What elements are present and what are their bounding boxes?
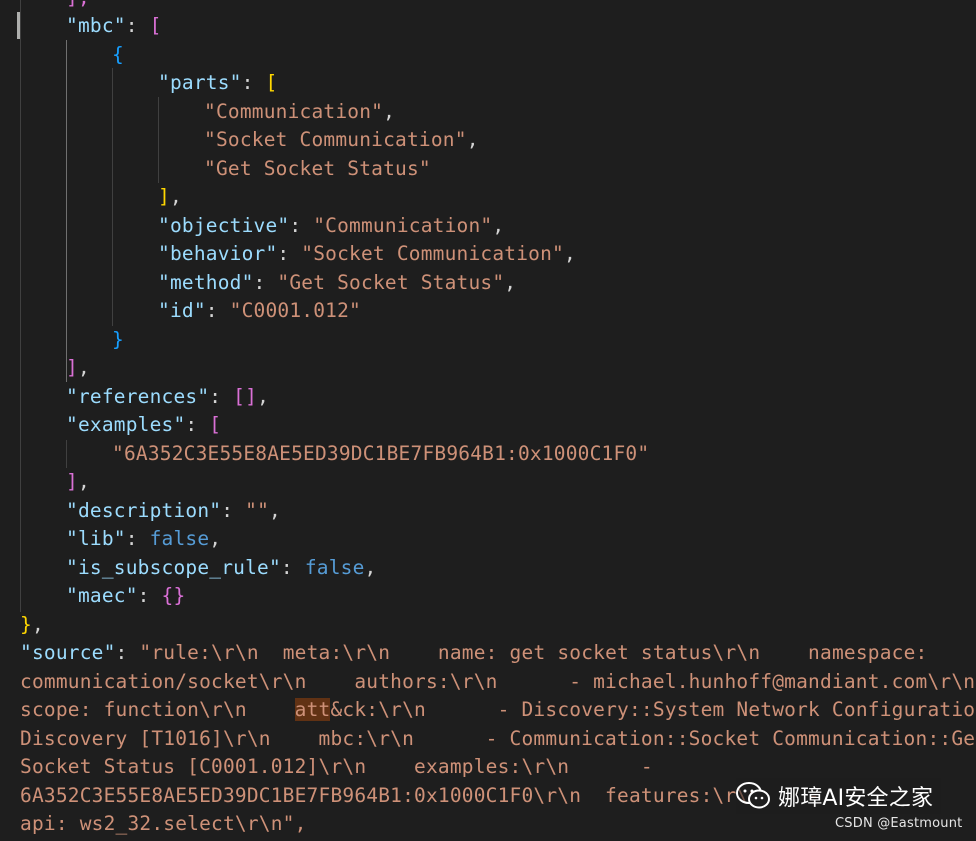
code-line: "behavior": "Socket Communication",	[158, 242, 576, 265]
json-key: "examples"	[66, 413, 186, 436]
json-string: "C0001.012"	[229, 299, 361, 322]
json-string: "rule:\r\n meta:\r\n name: get socket st…	[139, 641, 928, 664]
indent-guide	[158, 97, 159, 183]
json-key: "source"	[20, 641, 116, 664]
code-line: "is_subscope_rule": false,	[66, 556, 377, 579]
json-key: "behavior"	[158, 242, 278, 265]
code-line: }	[112, 328, 124, 351]
json-string: Socket Status [C0001.012]\r\n examples:\…	[20, 755, 653, 778]
json-string: "Communication"	[204, 100, 384, 123]
code-line: "maec": {}	[66, 584, 186, 607]
code-line: ],	[66, 0, 90, 13]
json-key: "objective"	[158, 214, 290, 237]
indent-guide	[112, 68, 113, 326]
code-line: ],	[66, 470, 90, 493]
code-editor[interactable]: ], "mbc": [ { "parts": [ "Communication"…	[0, 0, 976, 841]
code-line: "objective": "Communication",	[158, 214, 505, 237]
code-line: },	[20, 613, 44, 636]
wechat-icon	[736, 782, 770, 809]
indent-guide	[20, 0, 21, 612]
json-key: "method"	[158, 271, 254, 294]
json-string: "6A352C3E55E8AE5ED39DC1BE7FB964B1:0x1000…	[112, 442, 650, 465]
json-string: ""	[245, 499, 270, 522]
code-line: {	[112, 43, 124, 66]
text-cursor	[17, 12, 20, 39]
json-key: "mbc"	[66, 14, 126, 37]
watermark: 娜璋AI安全之家	[736, 778, 942, 814]
json-boolean: false	[304, 556, 365, 579]
indent-guide	[66, 40, 67, 382]
code-line: "id": "C0001.012"	[158, 299, 361, 322]
code-line: ],	[66, 356, 90, 379]
code-line: "source": "rule:\r\n meta:\r\n name: get…	[20, 641, 928, 664]
code-line: Socket Status [C0001.012]\r\n examples:\…	[20, 753, 653, 782]
watermark-text: 娜璋AI安全之家	[778, 786, 934, 811]
json-key: "id"	[158, 299, 206, 322]
json-string: "Get Socket Status"	[204, 157, 431, 180]
json-boolean: false	[149, 527, 210, 550]
csdn-credit: CSDN @Eastmount	[835, 816, 963, 831]
json-key: "is_subscope_rule"	[66, 556, 281, 579]
json-key: "parts"	[158, 71, 242, 94]
json-string: 6A352C3E55E8AE5ED39DC1BE7FB964B1:0x1000C…	[20, 784, 820, 807]
code-line: "6A352C3E55E8AE5ED39DC1BE7FB964B1:0x1000…	[112, 440, 649, 469]
code-line: 6A352C3E55E8AE5ED39DC1BE7FB964B1:0x1000C…	[20, 782, 820, 811]
code-line: "mbc": [	[66, 14, 162, 37]
code-line: "examples": [	[66, 413, 222, 436]
code-line: "parts": [	[158, 71, 278, 94]
code-line: "Socket Communication",	[204, 128, 479, 151]
indent-guide	[66, 440, 67, 468]
json-key: "references"	[66, 385, 210, 408]
search-match-highlight: att	[294, 698, 331, 721]
json-string: Discovery [T1016]\r\n mbc:\r\n - Communi…	[20, 727, 976, 750]
json-key: "lib"	[66, 527, 126, 550]
code-line: ],	[158, 185, 182, 208]
code-line: "description": "",	[66, 499, 281, 522]
json-string: "Communication"	[313, 214, 493, 237]
code-line: Discovery [T1016]\r\n mbc:\r\n - Communi…	[20, 725, 976, 754]
code-line: "references": [],	[66, 385, 270, 408]
json-key: "description"	[66, 499, 222, 522]
code-line: api: ws2_32.select\r\n",	[20, 810, 307, 839]
code-line: "Get Socket Status"	[204, 155, 431, 184]
json-string: "Get Socket Status"	[277, 271, 505, 294]
json-string: "Socket Communication"	[204, 128, 467, 151]
json-string: communication/socket\r\n authors:\r\n - …	[20, 670, 976, 693]
json-string: "Socket Communication"	[301, 242, 564, 265]
json-key: "maec"	[66, 584, 138, 607]
code-line: scope: function\r\n att&ck:\r\n - Discov…	[20, 698, 976, 721]
code-line: "Communication",	[204, 100, 396, 123]
code-line: communication/socket\r\n authors:\r\n - …	[20, 668, 975, 697]
json-string: api: ws2_32.select\r\n",	[20, 812, 307, 835]
code-line: "lib": false,	[66, 527, 222, 550]
code-line: "method": "Get Socket Status",	[158, 271, 517, 294]
